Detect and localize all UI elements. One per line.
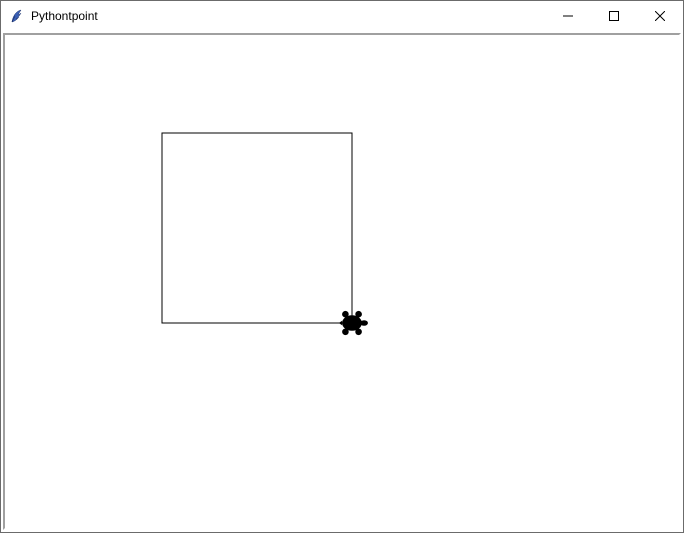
client-area (1, 31, 683, 532)
turtle-canvas (5, 35, 679, 528)
turtle-cursor-icon (339, 310, 368, 336)
window-controls (545, 1, 683, 31)
minimize-button[interactable] (545, 1, 591, 31)
window-title: Pythontpoint (31, 9, 98, 23)
titlebar: Pythontpoint (1, 1, 683, 31)
window: Pythontpoint (0, 0, 684, 533)
feather-icon (9, 8, 25, 24)
canvas-frame (3, 33, 681, 530)
titlebar-left: Pythontpoint (1, 8, 98, 24)
maximize-button[interactable] (591, 1, 637, 31)
turtle-square (162, 133, 352, 323)
close-button[interactable] (637, 1, 683, 31)
